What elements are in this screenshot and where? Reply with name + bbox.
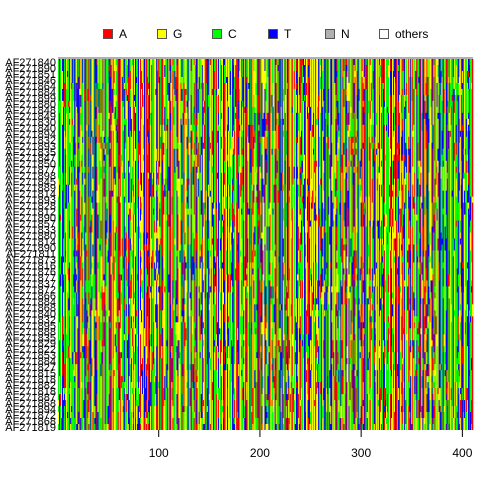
alignment-heatmap: AF271840AF271890AF271851AF271846AF271864…	[5, 57, 474, 460]
x-axis: 100 200 300 400	[149, 430, 473, 460]
x-tick-label: 100	[149, 446, 169, 460]
alignment-cell	[471, 196, 474, 203]
row-labels: AF271840AF271890AF271851AF271846AF271864…	[5, 57, 56, 434]
alignment-cells	[58, 57, 474, 430]
alignment-cell	[471, 304, 474, 317]
alignment-column	[471, 59, 474, 430]
x-tick-label: 400	[452, 446, 472, 460]
x-tick-label: 200	[250, 446, 270, 460]
row-label: AF271819	[5, 422, 56, 434]
gap-row	[58, 57, 473, 59]
x-tick-label: 300	[351, 446, 371, 460]
